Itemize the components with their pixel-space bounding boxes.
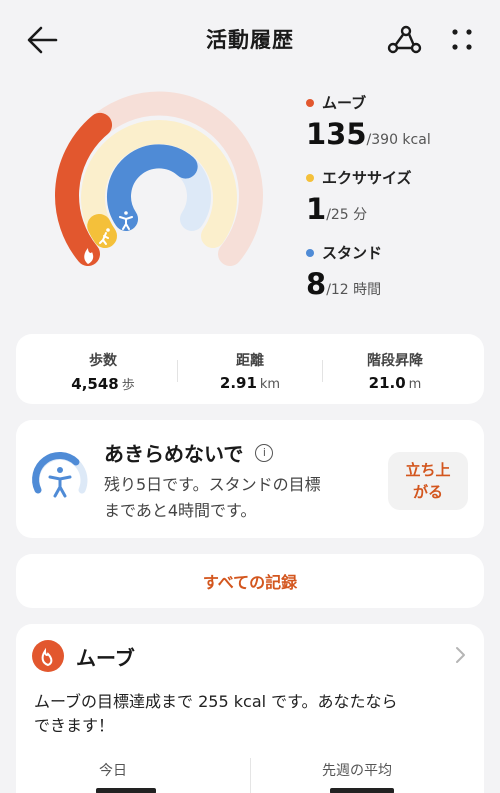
activity-rings	[55, 91, 263, 266]
last-week-average-label: 先週の平均	[322, 763, 392, 779]
move-stat: ムーブ 135/390 kcal	[306, 92, 431, 151]
stand-value: 8	[306, 267, 327, 301]
encouragement-card: あきらめないで i 残り5日です。スタンドの目標 まであと4時間です。 立ち上 …	[16, 420, 484, 538]
exercise-dot-icon	[306, 173, 314, 182]
encouragement-title: あきらめないで	[104, 442, 244, 466]
move-description: ムーブの目標達成まで 255 kcal です。あなたなら できます！	[34, 692, 398, 735]
info-icon[interactable]: i	[255, 443, 274, 462]
stand-dot-icon	[306, 248, 314, 257]
move-card[interactable]: ムーブ ムーブの目標達成まで 255 kcal です。あなたなら できます！ 今…	[16, 624, 484, 793]
encouragement-text: 残り5日です。スタンドの目標 まであと4時間です。	[104, 475, 321, 520]
divider	[250, 758, 251, 793]
page-title: 活動履歴	[206, 28, 294, 52]
header: 活動履歴	[0, 0, 500, 80]
stand-up-button[interactable]: 立ち上 がる	[388, 452, 468, 510]
chevron-right-icon	[456, 647, 465, 663]
stand-ring-icon	[32, 452, 88, 498]
floors-metric: 階段昇降 21.0 m	[367, 353, 423, 392]
share-button[interactable]	[384, 22, 424, 58]
more-dots-icon	[452, 29, 472, 50]
share-icon	[387, 25, 422, 54]
today-label: 今日	[99, 763, 127, 779]
exercise-value: 1	[306, 192, 327, 226]
exercise-stat: エクササイズ 1/25 分	[306, 167, 412, 226]
all-records-label: すべての記録	[202, 573, 298, 592]
move-goal: /390 kcal	[366, 132, 431, 148]
distance-metric: 距離 2.91 km	[219, 353, 281, 392]
more-options-button[interactable]	[442, 22, 482, 58]
last-week-value-partial	[330, 788, 394, 793]
flame-icon	[32, 640, 64, 672]
move-value: 135	[306, 117, 367, 151]
metrics-card: 歩数 4,548 歩 距離 2.91 km 階段昇降 21.0 m	[16, 334, 484, 404]
exercise-label: エクササイズ	[322, 169, 412, 187]
exercise-goal: /25 分	[326, 207, 368, 223]
move-label: ムーブ	[322, 94, 367, 112]
all-records-button[interactable]: すべての記録	[16, 554, 484, 608]
stand-label: スタンド	[322, 244, 383, 262]
stand-goal: /12 時間	[326, 282, 382, 298]
stand-stat: スタンド 8/12 時間	[306, 242, 382, 301]
today-value-partial	[96, 788, 156, 793]
move-dot-icon	[306, 98, 314, 107]
steps-metric: 歩数 4,548 歩	[71, 353, 135, 393]
move-card-title: ムーブ	[76, 646, 135, 670]
